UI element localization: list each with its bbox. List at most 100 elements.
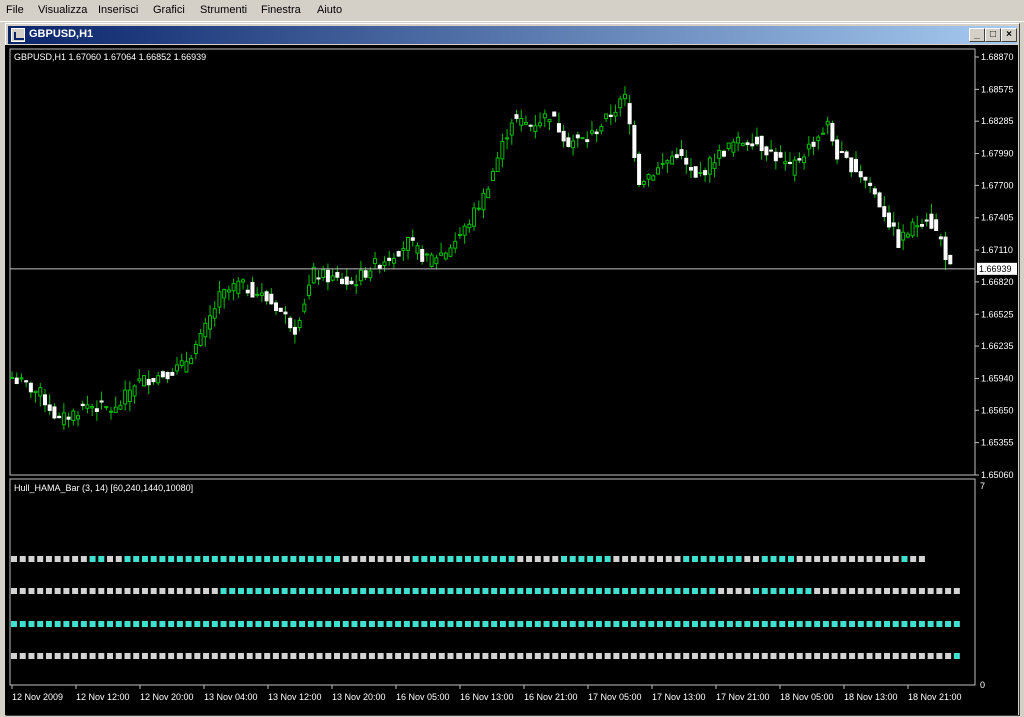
candle-body — [434, 257, 439, 265]
menu-view[interactable]: Visualizza — [38, 4, 87, 16]
candle-body — [849, 157, 854, 173]
indicator-square — [150, 588, 157, 594]
indicator-square — [386, 653, 393, 659]
indicator-square — [744, 556, 751, 562]
menu-file[interactable]: File — [6, 4, 24, 16]
indicator-square — [229, 588, 236, 594]
candle-body — [495, 157, 500, 172]
indicator-square — [892, 556, 899, 562]
indicator-square — [54, 621, 61, 627]
indicator-square — [194, 588, 201, 594]
candle-body — [311, 266, 316, 284]
indicator-square — [787, 588, 794, 594]
indicator-square — [124, 621, 131, 627]
indicator-square — [726, 653, 733, 659]
candle-body — [769, 149, 774, 152]
indicator-square — [299, 653, 306, 659]
indicator-square — [334, 556, 341, 562]
window-titlebar[interactable]: GBPUSD,H1 _ □ × — [8, 26, 1017, 44]
indicator-square — [264, 588, 271, 594]
indicator-square — [456, 621, 463, 627]
indicator-square — [403, 621, 410, 627]
indicator-square — [622, 588, 629, 594]
menu-charts[interactable]: Grafici — [153, 4, 185, 16]
current-price-label: 1.66939 — [979, 264, 1012, 274]
candle-body — [179, 360, 184, 366]
time-tick-label: 13 Nov 12:00 — [268, 692, 322, 702]
indicator-square — [377, 653, 384, 659]
indicator-square — [473, 653, 480, 659]
indicator-square — [45, 653, 52, 659]
chart-canvas[interactable]: 1.68870 1.68575 1.68285 1.67990 1.67700 1.674… — [5, 45, 1018, 715]
indicator-square — [403, 556, 410, 562]
indicator-square — [569, 556, 576, 562]
menu-window[interactable]: Finestra — [261, 4, 301, 16]
candle-body — [156, 375, 161, 384]
chart-area[interactable]: 1.68870 1.68575 1.68285 1.67990 1.67700 1.674… — [5, 45, 1018, 715]
indicator-square — [464, 621, 471, 627]
indicator-square — [107, 588, 114, 594]
candle-body — [396, 251, 401, 257]
candle-body — [420, 248, 425, 262]
candle-body — [283, 311, 288, 315]
indicator-square — [421, 588, 428, 594]
indicator-square — [220, 621, 227, 627]
indicator-square — [884, 588, 890, 594]
indicator-square — [360, 556, 367, 562]
minimize-button[interactable]: _ — [969, 28, 985, 42]
candle-body — [486, 188, 491, 199]
candle-body — [132, 385, 137, 397]
indicator-square — [11, 588, 17, 594]
candle-body — [547, 118, 552, 123]
candle-body — [731, 141, 736, 153]
indicator-square — [892, 621, 899, 627]
indicator-square — [54, 588, 61, 594]
menu-tools[interactable]: Strumenti — [200, 4, 247, 16]
candle-body — [764, 146, 769, 156]
indicator-square — [89, 653, 96, 659]
indicator-square — [491, 556, 498, 562]
candle-body — [146, 378, 151, 386]
indicator-square — [229, 621, 236, 627]
indicator-square — [482, 621, 489, 627]
indicator-square — [368, 588, 375, 594]
candle-body — [14, 377, 19, 384]
indicator-square — [237, 588, 244, 594]
candle-body — [245, 289, 250, 294]
time-tick-label: 18 Nov 05:00 — [780, 692, 834, 702]
menu-help[interactable]: Aiuto — [317, 4, 342, 16]
candle-body — [160, 371, 165, 378]
time-tick-label: 16 Nov 05:00 — [396, 692, 450, 702]
candle-body — [19, 377, 24, 380]
indicator-square — [770, 588, 777, 594]
candle-body — [71, 410, 76, 422]
indicator-square — [360, 621, 367, 627]
indicator-square — [124, 556, 131, 562]
close-button[interactable]: × — [1001, 28, 1017, 42]
indicator-square — [107, 653, 114, 659]
candle-body — [80, 403, 85, 407]
indicator-square — [19, 588, 26, 594]
indicator-square — [54, 653, 61, 659]
indicator-square — [133, 621, 140, 627]
candle-body — [448, 247, 453, 257]
indicator-square — [98, 653, 105, 659]
indicator-square — [421, 621, 428, 627]
candle-body — [863, 176, 868, 181]
indicator-square — [709, 556, 716, 562]
indicator-square — [246, 588, 253, 594]
indicator-square — [491, 588, 498, 594]
candle-body — [556, 123, 561, 133]
indicator-square — [272, 556, 279, 562]
candle-body — [754, 136, 759, 145]
indicator-square — [63, 621, 70, 627]
candle-body — [825, 120, 830, 126]
candle-body — [703, 170, 708, 176]
indicator-square — [787, 621, 794, 627]
menu-insert[interactable]: Inserisci — [98, 4, 138, 16]
indicator-square — [325, 653, 332, 659]
restore-button[interactable]: □ — [985, 28, 1001, 42]
indicator-square — [534, 588, 541, 594]
candle-body — [684, 157, 689, 165]
candle-body — [938, 236, 943, 240]
